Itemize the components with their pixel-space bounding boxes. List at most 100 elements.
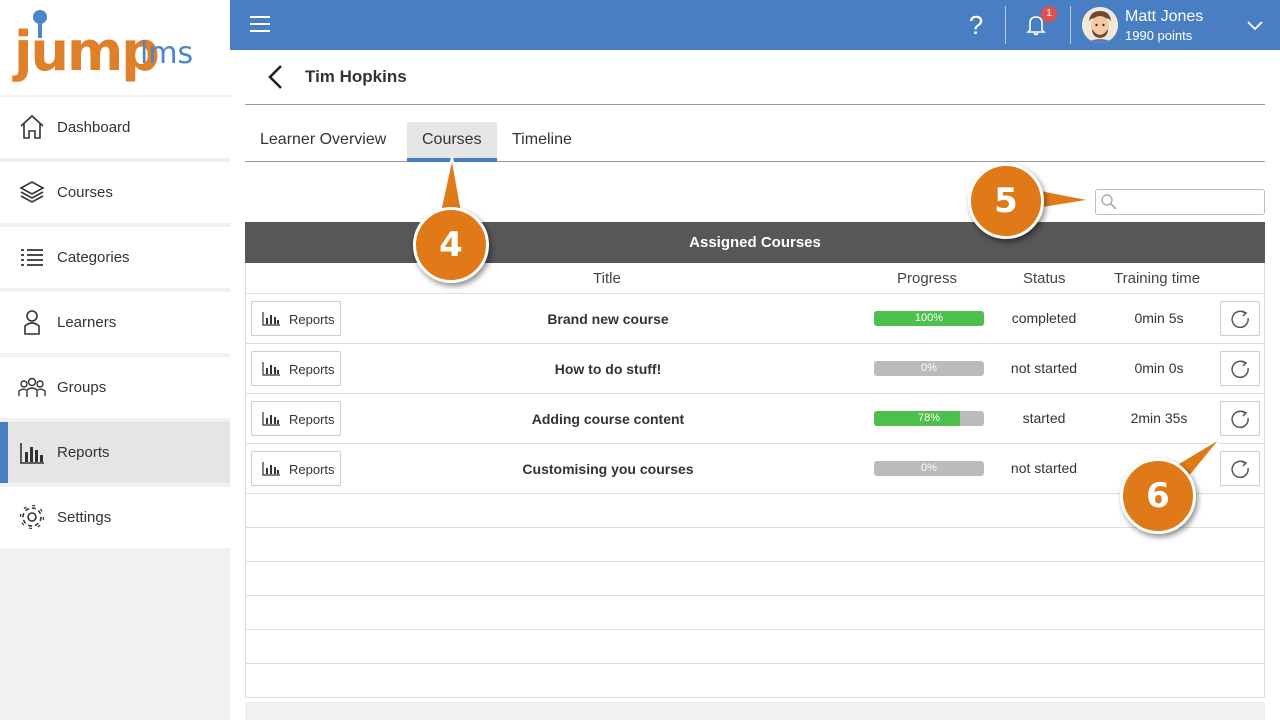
assigned-courses-table: Assigned Courses Title Progress Status T… bbox=[245, 222, 1265, 698]
main-content: Tim Hopkins Learner Overview Courses Tim… bbox=[230, 50, 1280, 720]
refresh-icon bbox=[1231, 360, 1249, 379]
sidebar-item-learners[interactable]: Learners bbox=[0, 292, 230, 353]
sidebar-item-label: Reports bbox=[57, 444, 110, 461]
list-icon bbox=[21, 249, 43, 266]
back-arrow-icon[interactable] bbox=[266, 64, 286, 90]
group-icon bbox=[18, 377, 46, 397]
home-icon bbox=[20, 114, 44, 139]
logo-wordmark: jump bbox=[14, 20, 160, 83]
logo-suffix: lms bbox=[140, 36, 194, 71]
tab-bar: Learner Overview Courses Timeline bbox=[245, 122, 1265, 162]
search-box[interactable] bbox=[1095, 189, 1265, 215]
search-input[interactable] bbox=[1120, 192, 1260, 212]
reports-button-label: Reports bbox=[289, 362, 335, 377]
empty-row bbox=[245, 664, 1265, 698]
notification-badge: 1 bbox=[1041, 6, 1057, 22]
sidebar-item-courses[interactable]: Courses bbox=[0, 162, 230, 223]
table-row: Reports Brand new course 100% completed … bbox=[245, 294, 1265, 344]
progress-bar: 0% bbox=[874, 361, 984, 376]
title-divider bbox=[245, 104, 1265, 105]
course-status: not started bbox=[1010, 360, 1078, 376]
tab-courses[interactable]: Courses bbox=[407, 122, 497, 162]
reports-button[interactable]: Reports bbox=[251, 401, 341, 436]
reports-button[interactable]: Reports bbox=[251, 451, 341, 486]
chevron-down-icon[interactable] bbox=[1246, 16, 1264, 34]
bar-chart-icon bbox=[262, 462, 280, 476]
user-points: 1990 points bbox=[1125, 28, 1193, 43]
callout-6: 6 bbox=[1120, 458, 1196, 534]
refresh-icon bbox=[1231, 410, 1249, 429]
tab-timeline[interactable]: Timeline bbox=[497, 122, 587, 162]
avatar-face bbox=[1082, 7, 1118, 43]
course-status: not started bbox=[1010, 460, 1078, 476]
progress-label: 100% bbox=[914, 312, 944, 324]
sidebar-item-label: Courses bbox=[57, 184, 113, 201]
bar-chart-icon bbox=[262, 412, 280, 426]
app-logo[interactable]: jump lms bbox=[0, 0, 230, 95]
page-title: Tim Hopkins bbox=[305, 67, 407, 86]
column-header-training-time[interactable]: Training time bbox=[1114, 270, 1200, 287]
progress-label: 78% bbox=[917, 412, 941, 424]
bar-chart-icon bbox=[262, 312, 280, 326]
table-header: Title Progress Status Training time bbox=[245, 263, 1265, 294]
progress-label: 0% bbox=[921, 362, 937, 374]
column-header-progress[interactable]: Progress bbox=[897, 270, 957, 287]
table-row: Reports How to do stuff! 0% not started … bbox=[245, 344, 1265, 394]
sidebar-item-label: Dashboard bbox=[57, 119, 131, 136]
sidebar-item-label: Learners bbox=[57, 314, 117, 331]
top-bar: ? 1 Matt Jones 1990 points bbox=[230, 0, 1280, 50]
header-divider bbox=[1070, 6, 1071, 44]
course-status: started bbox=[1022, 410, 1066, 426]
reset-progress-button[interactable] bbox=[1220, 451, 1260, 486]
table-caption: Assigned Courses bbox=[245, 222, 1265, 263]
training-time: 0min 0s bbox=[1134, 360, 1184, 376]
course-title: Brand new course bbox=[547, 311, 669, 327]
column-header-status[interactable]: Status bbox=[1023, 270, 1066, 287]
refresh-icon bbox=[1231, 310, 1249, 329]
empty-row bbox=[245, 528, 1265, 562]
sidebar: jump lms Dashboard Courses Categories Le… bbox=[0, 0, 230, 720]
callout-5: 5 bbox=[968, 163, 1044, 239]
header-divider bbox=[1005, 6, 1006, 44]
column-header-title[interactable]: Title bbox=[593, 270, 621, 287]
bar-chart-icon bbox=[262, 362, 280, 376]
course-status: completed bbox=[1011, 310, 1077, 326]
avatar[interactable] bbox=[1082, 7, 1118, 43]
training-time: 2min 35s bbox=[1130, 410, 1188, 426]
sidebar-item-reports[interactable]: Reports bbox=[0, 422, 230, 483]
reports-button[interactable]: Reports bbox=[251, 351, 341, 386]
progress-label: 0% bbox=[921, 462, 937, 474]
reset-progress-button[interactable] bbox=[1220, 401, 1260, 436]
person-icon bbox=[24, 310, 40, 335]
table-row: Reports Adding course content 78% starte… bbox=[245, 394, 1265, 444]
course-title: How to do stuff! bbox=[554, 361, 662, 377]
gear-icon bbox=[19, 504, 45, 530]
menu-icon[interactable] bbox=[250, 16, 270, 34]
sidebar-item-categories[interactable]: Categories bbox=[0, 227, 230, 288]
empty-row bbox=[245, 562, 1265, 596]
sidebar-item-dashboard[interactable]: Dashboard bbox=[0, 97, 230, 158]
reset-progress-button[interactable] bbox=[1220, 351, 1260, 386]
stack-icon bbox=[19, 181, 45, 203]
training-time: 0min 5s bbox=[1134, 310, 1184, 326]
table-row: Reports Customising you courses 0% not s… bbox=[245, 444, 1265, 494]
user-name[interactable]: Matt Jones bbox=[1125, 8, 1203, 26]
reports-button-label: Reports bbox=[289, 312, 335, 327]
reports-button[interactable]: Reports bbox=[251, 301, 341, 336]
progress-bar: 100% bbox=[874, 311, 984, 326]
callout-4: 4 bbox=[413, 207, 489, 283]
reset-progress-button[interactable] bbox=[1220, 301, 1260, 336]
sidebar-item-label: Groups bbox=[57, 379, 107, 396]
empty-row bbox=[245, 630, 1265, 664]
empty-row bbox=[245, 494, 1265, 528]
progress-bar: 0% bbox=[874, 461, 984, 476]
search-icon bbox=[1101, 194, 1117, 210]
sidebar-item-groups[interactable]: Groups bbox=[0, 357, 230, 418]
progress-bar: 78% bbox=[874, 411, 984, 426]
reports-button-label: Reports bbox=[289, 462, 335, 477]
course-title: Customising you courses bbox=[522, 461, 694, 477]
sidebar-item-settings[interactable]: Settings bbox=[0, 487, 230, 548]
course-title: Adding course content bbox=[531, 411, 685, 427]
help-icon[interactable]: ? bbox=[966, 10, 986, 40]
tab-learner-overview[interactable]: Learner Overview bbox=[245, 122, 401, 162]
